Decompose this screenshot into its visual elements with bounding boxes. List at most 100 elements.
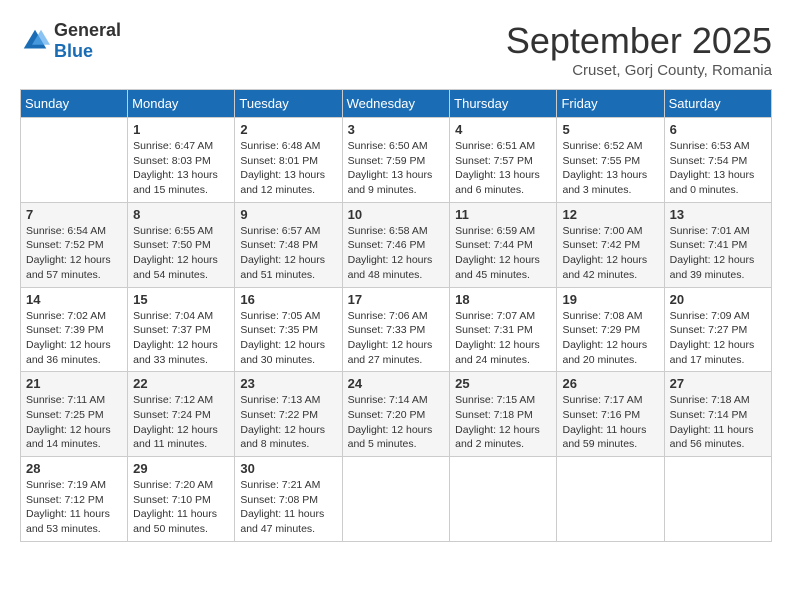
day-info: Sunrise: 6:58 AM Sunset: 7:46 PM Dayligh…: [348, 224, 445, 283]
daylight-hours: Daylight: 13 hours and 15 minutes.: [133, 169, 218, 196]
day-number: 8: [133, 207, 229, 222]
sunrise-time: Sunrise: 6:47 AM: [133, 140, 213, 152]
day-number: 4: [455, 122, 551, 137]
daylight-hours: Daylight: 12 hours and 39 minutes.: [670, 254, 755, 281]
day-number: 10: [348, 207, 445, 222]
day-number: 28: [26, 461, 122, 476]
sunset-time: Sunset: 8:03 PM: [133, 155, 211, 167]
sunset-time: Sunset: 7:12 PM: [26, 494, 104, 506]
day-info: Sunrise: 7:00 AM Sunset: 7:42 PM Dayligh…: [562, 224, 658, 283]
day-info: Sunrise: 7:13 AM Sunset: 7:22 PM Dayligh…: [240, 393, 336, 452]
day-info: Sunrise: 7:11 AM Sunset: 7:25 PM Dayligh…: [26, 393, 122, 452]
day-info: Sunrise: 7:17 AM Sunset: 7:16 PM Dayligh…: [562, 393, 658, 452]
day-number: 7: [26, 207, 122, 222]
day-number: 12: [562, 207, 658, 222]
day-number: 27: [670, 376, 766, 391]
sunset-time: Sunset: 7:31 PM: [455, 324, 533, 336]
sunset-time: Sunset: 7:59 PM: [348, 155, 426, 167]
calendar-cell: 7 Sunrise: 6:54 AM Sunset: 7:52 PM Dayli…: [21, 202, 128, 287]
daylight-hours: Daylight: 12 hours and 5 minutes.: [348, 424, 433, 451]
calendar-cell: 6 Sunrise: 6:53 AM Sunset: 7:54 PM Dayli…: [664, 118, 771, 203]
sunrise-time: Sunrise: 7:21 AM: [240, 479, 320, 491]
day-info: Sunrise: 6:51 AM Sunset: 7:57 PM Dayligh…: [455, 139, 551, 198]
sunrise-time: Sunrise: 7:04 AM: [133, 310, 213, 322]
day-info: Sunrise: 7:21 AM Sunset: 7:08 PM Dayligh…: [240, 478, 336, 537]
sunrise-time: Sunrise: 7:00 AM: [562, 225, 642, 237]
calendar-cell: 29 Sunrise: 7:20 AM Sunset: 7:10 PM Dayl…: [128, 457, 235, 542]
calendar-week-row: 28 Sunrise: 7:19 AM Sunset: 7:12 PM Dayl…: [21, 457, 772, 542]
sunrise-time: Sunrise: 7:17 AM: [562, 394, 642, 406]
sunrise-time: Sunrise: 6:55 AM: [133, 225, 213, 237]
sunrise-time: Sunrise: 7:11 AM: [26, 394, 105, 406]
calendar-cell: 11 Sunrise: 6:59 AM Sunset: 7:44 PM Dayl…: [450, 202, 557, 287]
day-info: Sunrise: 7:08 AM Sunset: 7:29 PM Dayligh…: [562, 309, 658, 368]
title-area: September 2025 Cruset, Gorj County, Roma…: [506, 20, 772, 79]
day-info: Sunrise: 7:15 AM Sunset: 7:18 PM Dayligh…: [455, 393, 551, 452]
sunrise-time: Sunrise: 6:48 AM: [240, 140, 320, 152]
day-info: Sunrise: 7:07 AM Sunset: 7:31 PM Dayligh…: [455, 309, 551, 368]
sunset-time: Sunset: 7:33 PM: [348, 324, 426, 336]
day-number: 21: [26, 376, 122, 391]
day-info: Sunrise: 6:47 AM Sunset: 8:03 PM Dayligh…: [133, 139, 229, 198]
column-header-saturday: Saturday: [664, 90, 771, 118]
sunrise-time: Sunrise: 7:20 AM: [133, 479, 213, 491]
calendar-cell: [450, 457, 557, 542]
sunrise-time: Sunrise: 7:02 AM: [26, 310, 106, 322]
sunset-time: Sunset: 7:54 PM: [670, 155, 748, 167]
calendar-cell: 12 Sunrise: 7:00 AM Sunset: 7:42 PM Dayl…: [557, 202, 664, 287]
day-number: 3: [348, 122, 445, 137]
sunrise-time: Sunrise: 6:59 AM: [455, 225, 535, 237]
day-number: 20: [670, 292, 766, 307]
daylight-hours: Daylight: 12 hours and 2 minutes.: [455, 424, 540, 451]
day-number: 19: [562, 292, 658, 307]
sunrise-time: Sunrise: 7:01 AM: [670, 225, 750, 237]
location-subtitle: Cruset, Gorj County, Romania: [506, 62, 772, 79]
calendar-cell: [664, 457, 771, 542]
sunset-time: Sunset: 7:55 PM: [562, 155, 640, 167]
column-header-tuesday: Tuesday: [235, 90, 342, 118]
day-info: Sunrise: 7:01 AM Sunset: 7:41 PM Dayligh…: [670, 224, 766, 283]
daylight-hours: Daylight: 12 hours and 14 minutes.: [26, 424, 111, 451]
day-number: 17: [348, 292, 445, 307]
calendar-cell: [21, 118, 128, 203]
logo-text: General Blue: [54, 20, 121, 62]
sunrise-time: Sunrise: 7:19 AM: [26, 479, 106, 491]
day-info: Sunrise: 6:55 AM Sunset: 7:50 PM Dayligh…: [133, 224, 229, 283]
day-number: 22: [133, 376, 229, 391]
daylight-hours: Daylight: 12 hours and 48 minutes.: [348, 254, 433, 281]
sunrise-time: Sunrise: 7:14 AM: [348, 394, 428, 406]
calendar-week-row: 21 Sunrise: 7:11 AM Sunset: 7:25 PM Dayl…: [21, 372, 772, 457]
calendar-header-row: SundayMondayTuesdayWednesdayThursdayFrid…: [21, 90, 772, 118]
sunset-time: Sunset: 7:57 PM: [455, 155, 533, 167]
sunset-time: Sunset: 7:37 PM: [133, 324, 211, 336]
logo: General Blue: [20, 20, 121, 62]
calendar-cell: 27 Sunrise: 7:18 AM Sunset: 7:14 PM Dayl…: [664, 372, 771, 457]
sunrise-time: Sunrise: 7:15 AM: [455, 394, 535, 406]
sunrise-time: Sunrise: 7:07 AM: [455, 310, 535, 322]
day-number: 2: [240, 122, 336, 137]
sunrise-time: Sunrise: 6:58 AM: [348, 225, 428, 237]
daylight-hours: Daylight: 13 hours and 9 minutes.: [348, 169, 433, 196]
sunset-time: Sunset: 7:14 PM: [670, 409, 748, 421]
sunrise-time: Sunrise: 7:12 AM: [133, 394, 213, 406]
daylight-hours: Daylight: 12 hours and 45 minutes.: [455, 254, 540, 281]
calendar-cell: 19 Sunrise: 7:08 AM Sunset: 7:29 PM Dayl…: [557, 287, 664, 372]
daylight-hours: Daylight: 11 hours and 50 minutes.: [133, 508, 217, 535]
calendar-cell: 28 Sunrise: 7:19 AM Sunset: 7:12 PM Dayl…: [21, 457, 128, 542]
sunset-time: Sunset: 7:39 PM: [26, 324, 104, 336]
calendar-cell: 15 Sunrise: 7:04 AM Sunset: 7:37 PM Dayl…: [128, 287, 235, 372]
calendar-cell: [342, 457, 450, 542]
calendar-cell: 20 Sunrise: 7:09 AM Sunset: 7:27 PM Dayl…: [664, 287, 771, 372]
calendar-cell: 3 Sunrise: 6:50 AM Sunset: 7:59 PM Dayli…: [342, 118, 450, 203]
calendar-cell: 21 Sunrise: 7:11 AM Sunset: 7:25 PM Dayl…: [21, 372, 128, 457]
sunset-time: Sunset: 7:16 PM: [562, 409, 640, 421]
day-number: 5: [562, 122, 658, 137]
daylight-hours: Daylight: 11 hours and 53 minutes.: [26, 508, 110, 535]
logo-general: General: [54, 20, 121, 40]
calendar-cell: 25 Sunrise: 7:15 AM Sunset: 7:18 PM Dayl…: [450, 372, 557, 457]
column-header-wednesday: Wednesday: [342, 90, 450, 118]
daylight-hours: Daylight: 12 hours and 57 minutes.: [26, 254, 111, 281]
daylight-hours: Daylight: 12 hours and 24 minutes.: [455, 339, 540, 366]
calendar-week-row: 7 Sunrise: 6:54 AM Sunset: 7:52 PM Dayli…: [21, 202, 772, 287]
daylight-hours: Daylight: 12 hours and 36 minutes.: [26, 339, 111, 366]
